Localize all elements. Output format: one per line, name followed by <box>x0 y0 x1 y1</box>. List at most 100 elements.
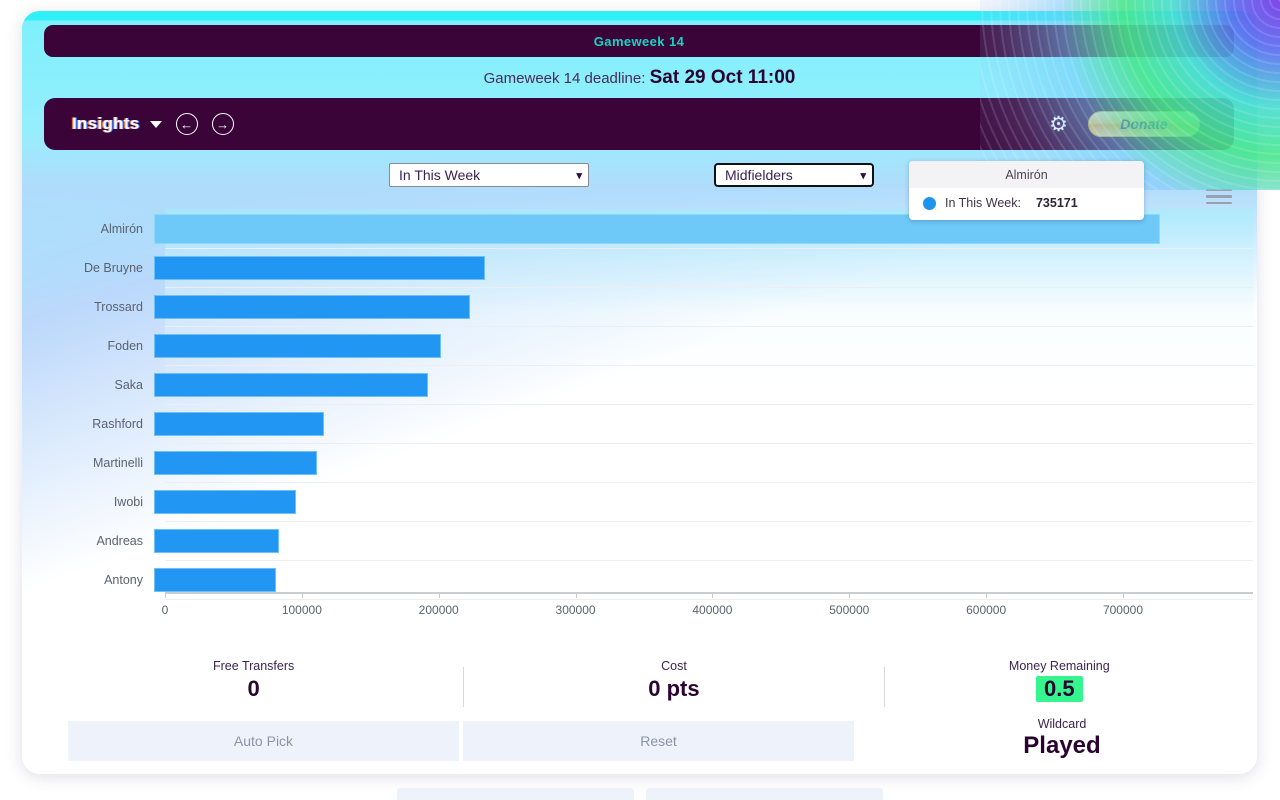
tooltip-value: 735171 <box>1035 196 1078 210</box>
x-tick <box>575 592 577 598</box>
bar[interactable] <box>154 334 442 358</box>
gridline <box>165 599 1253 600</box>
category-label: Foden <box>107 338 143 353</box>
chart-row: Iwobi <box>22 482 1257 521</box>
tooltip-row: In This Week: 735171 <box>909 188 1144 220</box>
bar-track <box>154 248 1257 287</box>
navbar-right: ⚙ Donate <box>1049 111 1234 137</box>
stat-cost: Cost 0 pts <box>464 659 883 715</box>
bar-track <box>154 326 1257 365</box>
category-label: Iwobi <box>113 494 143 509</box>
x-tick-label: 700000 <box>1102 603 1144 617</box>
bar-track <box>154 443 1257 482</box>
x-tick-label: 100000 <box>281 603 322 617</box>
metric-select[interactable]: In This Week ▾ <box>389 163 589 187</box>
category-label: Rashford <box>92 416 143 431</box>
category-label: Andreas <box>96 533 143 548</box>
bar[interactable] <box>154 256 486 280</box>
x-tick-label: 600000 <box>966 603 1007 617</box>
category-label: De Bruyne <box>83 260 143 275</box>
chart-row: Andreas <box>22 521 1257 560</box>
bar-track <box>154 365 1257 404</box>
chart-row: De Bruyne <box>22 248 1257 287</box>
wildcard-status: Wildcard Played <box>952 717 1172 760</box>
deadline-label: Gameweek 14 deadline: <box>483 70 646 87</box>
metric-select-value: In This Week <box>399 167 481 183</box>
action-buttons: Auto Pick Reset <box>68 721 854 761</box>
chevron-down-icon: ▾ <box>576 169 582 182</box>
bar[interactable] <box>154 412 324 436</box>
chart-row: Foden <box>22 326 1257 365</box>
x-tick <box>849 592 851 598</box>
stat-label: Money Remaining <box>1008 659 1110 673</box>
wildcard-value: Played <box>1023 732 1101 759</box>
x-tick <box>986 592 988 598</box>
nav-title-insights[interactable]: Insights <box>72 114 140 134</box>
series-dot-icon <box>923 196 936 210</box>
app-card: Gameweek 14 Gameweek 14 deadline: Sat 29… <box>22 11 1257 774</box>
bar-track <box>154 521 1257 560</box>
position-select[interactable]: Midfielders ▾ <box>714 163 874 187</box>
x-tick-label: 400000 <box>692 603 733 617</box>
bar[interactable] <box>154 568 276 592</box>
bar[interactable] <box>154 490 297 514</box>
auto-pick-button[interactable]: Auto Pick <box>68 721 459 761</box>
bar-track <box>154 287 1257 326</box>
x-tick <box>301 592 303 598</box>
gear-icon[interactable]: ⚙ <box>1049 112 1068 137</box>
deadline-value: Sat 29 Oct 11:00 <box>649 67 796 88</box>
wildcard-label: Wildcard <box>1037 717 1087 731</box>
bar[interactable] <box>154 295 471 319</box>
stat-value: 0.5 <box>1036 676 1083 702</box>
below-fold-hint <box>397 788 883 800</box>
reset-button[interactable]: Reset <box>463 721 854 761</box>
bar-track <box>154 482 1257 521</box>
x-tick-label: 200000 <box>418 603 459 617</box>
x-axis-line <box>165 592 1253 594</box>
bar[interactable] <box>154 451 317 475</box>
chart-row: Saka <box>22 365 1257 404</box>
stat-label: Cost <box>661 659 687 673</box>
chart-row: Rashford <box>22 404 1257 443</box>
chevron-down-icon[interactable] <box>149 120 162 128</box>
chevron-down-icon: ▾ <box>860 169 866 182</box>
prev-arrow-icon[interactable]: ← <box>175 113 198 135</box>
next-arrow-icon[interactable]: → <box>211 113 234 135</box>
x-tick <box>438 592 440 598</box>
app-root: Gameweek 14 Gameweek 14 deadline: Sat 29… <box>0 0 1280 800</box>
navbar: Insights ← → ⚙ Donate <box>44 98 1234 150</box>
bar-chart: Almirón De Bruyne Trossard Foden Saka Rashfor… <box>22 209 1257 649</box>
x-tick <box>165 592 166 598</box>
stats-row: Free Transfers 0 Cost 0 pts Money Remaining 0… <box>44 659 1234 715</box>
gameweek-banner: Gameweek 14 <box>44 25 1234 57</box>
x-tick <box>712 592 714 598</box>
tooltip-series-label: In This Week: <box>945 196 1021 210</box>
x-tick-label: 500000 <box>829 603 870 617</box>
chart-menu-icon[interactable] <box>1206 189 1232 208</box>
bar[interactable] <box>154 529 279 553</box>
category-label: Saka <box>114 377 144 392</box>
category-label: Antony <box>104 572 143 587</box>
stat-label: Free Transfers <box>213 659 295 673</box>
stat-value: 0 <box>247 676 260 701</box>
bar-track <box>154 404 1257 443</box>
navbar-left: Insights ← → <box>44 113 234 135</box>
stat-money-remaining: Money Remaining 0.5 <box>885 659 1234 715</box>
gameweek-title: Gameweek 14 <box>593 33 685 49</box>
chart-tooltip: Almirón In This Week: 735171 <box>909 161 1144 220</box>
category-label: Martinelli <box>92 455 143 470</box>
x-tick <box>1122 592 1124 598</box>
deadline-row: Gameweek 14 deadline: Sat 29 Oct 11:00 <box>22 67 1257 89</box>
position-select-value: Midfielders <box>725 167 793 183</box>
bar[interactable] <box>154 373 428 397</box>
stat-value: 0 pts <box>648 676 700 701</box>
tooltip-title: Almirón <box>909 161 1144 188</box>
chart-row: Martinelli <box>22 443 1257 482</box>
x-tick-label: 300000 <box>555 603 596 617</box>
category-label: Trossard <box>94 299 143 314</box>
donate-button[interactable]: Donate <box>1088 111 1200 137</box>
x-tick-label: 0 <box>161 603 169 617</box>
chart-row: Trossard <box>22 287 1257 326</box>
category-label: Almirón <box>100 221 143 236</box>
chart-area: In This Week ▾ Midfielders ▾ Almirón De B… <box>22 159 1257 649</box>
